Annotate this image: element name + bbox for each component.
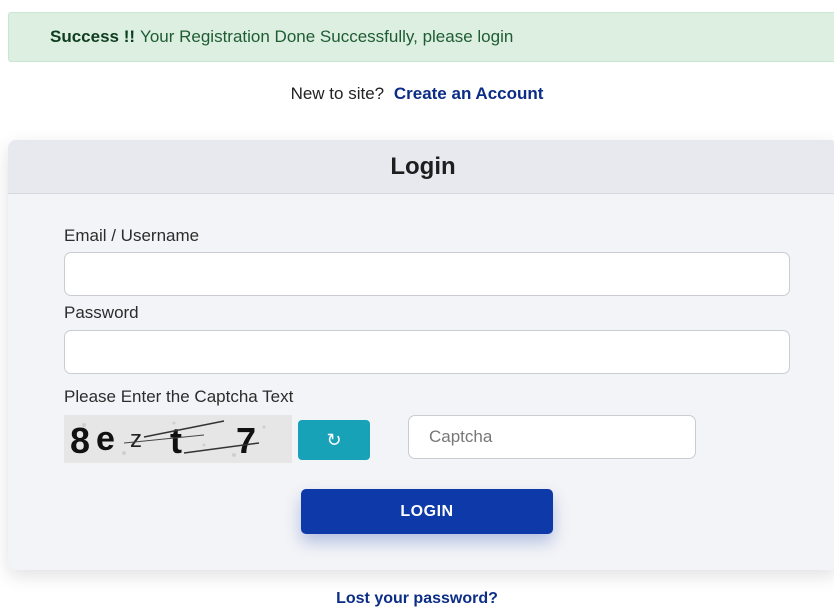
svg-text:e: e — [96, 420, 115, 458]
login-button[interactable]: LOGIN — [301, 489, 553, 534]
refresh-icon: ↻ — [326, 429, 342, 450]
alert-title: Success !! — [50, 27, 136, 46]
captcha-image: 8 e z t 7 — [64, 415, 292, 463]
success-alert: Success !! Your Registration Done Succes… — [8, 12, 834, 62]
password-label: Password — [64, 303, 139, 322]
refresh-captcha-button[interactable]: ↻ — [298, 420, 370, 460]
svg-text:8: 8 — [70, 420, 90, 461]
captcha-label: Please Enter the Captcha Text — [64, 387, 294, 406]
email-label: Email / Username — [64, 226, 200, 245]
captcha-input[interactable] — [408, 415, 696, 459]
alert-message: Your Registration Done Successfully, ple… — [140, 27, 514, 46]
svg-text:z: z — [130, 426, 142, 453]
svg-text:t: t — [170, 420, 182, 461]
create-account-link[interactable]: Create an Account — [394, 84, 544, 103]
login-title: Login — [8, 140, 834, 194]
password-input[interactable] — [64, 330, 790, 374]
signup-text: New to site? — [290, 84, 385, 103]
lost-password-link[interactable]: Lost your password? — [0, 590, 834, 608]
signup-prompt: New to site? Create an Account — [0, 84, 834, 104]
svg-text:7: 7 — [236, 420, 256, 461]
email-input[interactable] — [64, 252, 790, 296]
login-card: Login Email / Username Password Please E… — [8, 140, 834, 570]
